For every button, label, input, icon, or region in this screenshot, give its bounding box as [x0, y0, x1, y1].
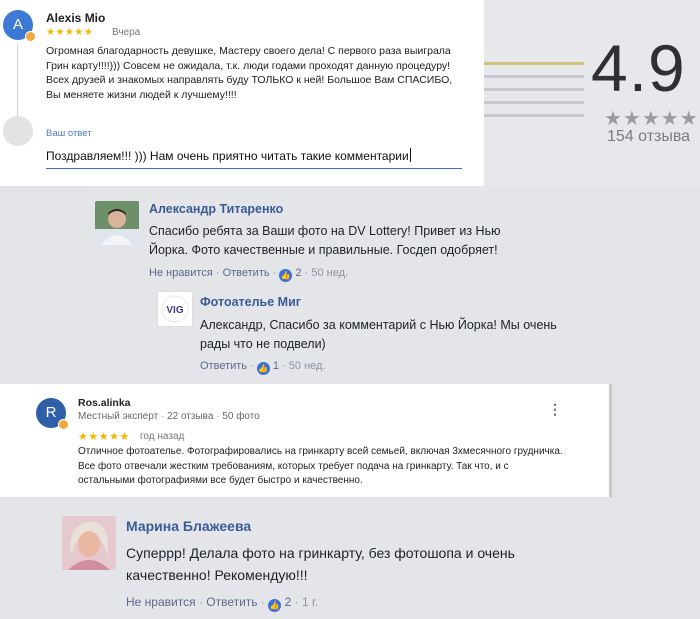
like-icon: 👍: [268, 599, 282, 612]
rating-bar-4: [484, 75, 584, 78]
local-guide-badge-icon: [25, 31, 36, 42]
reply-input[interactable]: Поздравляем!!! ))) Нам очень приятно чит…: [46, 147, 462, 169]
comment-actions: Не нравится · Ответить · 👍 2 · 1 г.: [126, 595, 319, 612]
studio-logo[interactable]: VIG: [157, 291, 193, 327]
reply-label: Ваш ответ: [46, 128, 92, 139]
reply-link[interactable]: Ответить: [206, 595, 257, 609]
reviewer-meta: Местный эксперт · 22 отзыва · 50 фото: [78, 411, 260, 422]
review-stars: ★★★★★: [78, 431, 130, 443]
facebook-comments: Александр Титаренко Спасибо ребята за Ва…: [88, 186, 700, 384]
person-photo-icon: [62, 516, 116, 570]
comment-time[interactable]: 1 г.: [302, 595, 318, 609]
reviewer-name[interactable]: Alexis Mio: [46, 11, 105, 25]
comment-text: Суперрр! Делала фото на гринкарту, без ф…: [126, 545, 515, 583]
comment-actions: Ответить · 👍 1 · 50 нед.: [200, 360, 326, 375]
facebook-comment-marina: Марина Блажеева Суперрр! Делала фото на …: [0, 497, 700, 619]
review-date: год назад: [140, 431, 185, 442]
review-text: Отличное фотоателье. Фотографировались н…: [78, 446, 563, 486]
comment-time[interactable]: 50 нед.: [311, 267, 348, 279]
more-options-icon[interactable]: ⋮: [548, 401, 562, 418]
dislike-link[interactable]: Не нравится: [149, 267, 213, 279]
like-icon: 👍: [279, 269, 293, 282]
person-photo-icon: [95, 201, 139, 245]
commenter-name[interactable]: Марина Блажеева: [126, 518, 251, 534]
reviewer-avatar[interactable]: R: [36, 398, 69, 430]
commenter-avatar[interactable]: [95, 201, 139, 245]
reviews-count: 22 отзыва: [167, 411, 214, 422]
local-guide-badge-icon: [58, 419, 69, 430]
review-card-rosalinka: R Ros.alinka Местный эксперт · 22 отзыва…: [0, 384, 612, 497]
reply-link[interactable]: Ответить: [223, 267, 270, 279]
comment-time[interactable]: 50 нед.: [289, 360, 326, 372]
svg-text:VIG: VIG: [166, 305, 183, 316]
review-count[interactable]: 154 отзыва: [607, 128, 690, 146]
photos-count: 50 фото: [222, 411, 260, 422]
commenter-avatar[interactable]: [62, 516, 116, 570]
review-stars: ★★★★★: [46, 27, 94, 38]
review-date: Вчера: [112, 27, 141, 38]
studio-logo-icon: VIG: [161, 295, 189, 323]
comment-actions: Не нравится · Ответить · 👍 2 · 50 нед.: [149, 267, 349, 282]
dislike-link[interactable]: Не нравится: [126, 595, 196, 609]
review-text: Огромная благодарность девушке, Мастеру …: [46, 45, 453, 101]
commenter-name[interactable]: Фотоателье Миг: [200, 295, 301, 309]
rating-bar-3: [484, 88, 584, 91]
rating-value: 4.9: [591, 31, 686, 105]
text-cursor: [409, 148, 411, 162]
like-icon: 👍: [256, 362, 270, 375]
thread-line: [17, 44, 18, 117]
reviewer-avatar[interactable]: A: [3, 10, 36, 42]
rating-summary: 4.9 ★★★★★ 154 отзыва: [484, 0, 700, 186]
local-guide-label: Местный эксперт: [78, 411, 159, 422]
rating-bar-1: [484, 114, 584, 117]
comment-text: Спасибо ребята за Ваши фото на DV Lotter…: [149, 224, 501, 257]
reply-link[interactable]: Ответить: [200, 360, 247, 372]
owner-avatar: [3, 116, 33, 146]
rating-bar-2: [484, 101, 584, 104]
rating-bar-5: [484, 62, 584, 65]
comment-text: Александр, Спасибо за комментарий с Нью …: [200, 318, 557, 351]
reviewer-name[interactable]: Ros.alinka: [78, 397, 131, 409]
review-card-alexis: A Alexis Mio ★★★★★ Вчера Огромная благод…: [0, 0, 484, 186]
commenter-name[interactable]: Александр Титаренко: [149, 202, 283, 216]
